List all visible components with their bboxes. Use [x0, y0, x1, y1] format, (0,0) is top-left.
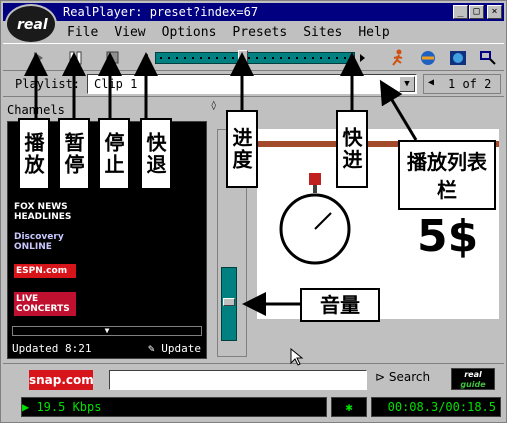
clip-counter-text: 1 of 2 — [448, 77, 492, 91]
fast-forward-button[interactable] — [355, 48, 377, 68]
signal-cell: ✱ — [331, 397, 367, 417]
clip-counter: ◀ 1 of 2 — [423, 74, 501, 94]
menu-view[interactable]: View — [106, 23, 153, 43]
playlist-row: Playlist: Clip 1 ▼ ◀ 1 of 2 — [3, 71, 504, 97]
real-guide-button[interactable]: real guide — [451, 368, 495, 390]
menu-file[interactable]: File — [59, 23, 106, 43]
snap-logo[interactable]: snap.com — [29, 370, 94, 390]
menu-sites[interactable]: Sites — [295, 23, 350, 43]
anno-stop: 停止 — [98, 118, 130, 190]
anno-rewind: 快退 — [140, 118, 172, 190]
realplayer-window: RealPlayer: preset?index=67 _ □ × real F… — [0, 0, 507, 423]
close-button[interactable]: × — [487, 5, 502, 19]
anno-progress: 进度 — [226, 110, 258, 188]
progress-thumb[interactable] — [238, 50, 248, 66]
channel-live-concerts[interactable]: LIVE CONCERTS — [14, 292, 76, 316]
volume-slider[interactable] — [221, 267, 237, 341]
price-text: 5$ — [417, 211, 479, 262]
stop-icon — [106, 51, 119, 64]
real-logo-text: real — [17, 17, 48, 33]
playlist-value: Clip 1 — [94, 77, 138, 91]
anno-volume: 音量 — [300, 288, 380, 322]
compact-icon — [480, 51, 496, 65]
update-button[interactable]: ✎ Update — [148, 342, 201, 355]
channel-espn[interactable]: ESPN.com — [14, 264, 76, 278]
channels-scroll-down[interactable]: ▼ — [12, 326, 202, 336]
real-logo: real — [5, 4, 57, 44]
status-bar: ▶ 19.5 Kbps ✱ 00:08.3/00:18.5 — [3, 395, 504, 421]
runner-icon — [392, 49, 403, 66]
play-button[interactable] — [27, 48, 49, 68]
bitrate-text: 19.5 Kbps — [36, 400, 102, 414]
progress-slider[interactable] — [155, 50, 355, 66]
prev-clip-icon[interactable]: ◀ — [428, 77, 434, 88]
speaker-icon — [421, 51, 435, 65]
snap-search-input[interactable] — [109, 370, 367, 390]
pen-icon: ✎ — [148, 342, 155, 355]
collapse-icon[interactable]: ◊ — [211, 101, 216, 111]
guide-top: real — [464, 370, 482, 379]
play-icon — [34, 52, 43, 64]
bitrate-cell: ▶ 19.5 Kbps — [21, 397, 327, 417]
anno-fast-forward: 快进 — [336, 110, 368, 188]
playlist-select[interactable]: Clip 1 ▼ — [87, 74, 417, 94]
compact-mode-button[interactable] — [477, 48, 499, 68]
stop-button[interactable] — [101, 48, 123, 68]
title-bar[interactable]: RealPlayer: preset?index=67 _ □ × — [3, 3, 504, 21]
channel-fox-news[interactable]: FOX NEWS HEADLINES — [14, 202, 76, 222]
play-status-icon: ▶ — [22, 400, 37, 414]
globe-button[interactable] — [447, 48, 469, 68]
signal-icon: ✱ — [345, 400, 353, 414]
minimize-button[interactable]: _ — [453, 5, 468, 19]
progress-ticks — [160, 57, 350, 59]
guide-bottom: guide — [460, 380, 486, 389]
pause-icon — [69, 51, 82, 65]
channel-discovery[interactable]: Discovery ONLINE — [14, 232, 76, 252]
play-circle-icon: ⊳ — [375, 370, 386, 384]
rewind-icon — [143, 54, 148, 62]
menu-help[interactable]: Help — [350, 23, 397, 43]
channels-label: Channels — [7, 103, 65, 117]
mouse-cursor-icon — [290, 348, 304, 366]
menu-presets[interactable]: Presets — [224, 23, 295, 43]
time-text: 00:08.3/00:18.5 — [387, 400, 496, 414]
update-label: Update — [161, 342, 201, 355]
fast-forward-icon — [360, 54, 365, 62]
volume-thumb[interactable] — [223, 298, 235, 306]
transport-bar — [3, 43, 504, 71]
menu-bar: File View Options Presets Sites Help — [59, 23, 398, 43]
anno-pause: 暂停 — [58, 118, 90, 190]
anno-play: 播放 — [18, 118, 50, 190]
chevron-down-icon[interactable]: ▼ — [399, 76, 415, 92]
anno-playlist-bar: 播放列表栏 — [398, 140, 496, 210]
maximize-button[interactable]: □ — [469, 5, 484, 19]
time-cell: 00:08.3/00:18.5 — [371, 397, 501, 417]
pause-button[interactable] — [65, 48, 87, 68]
menu-options[interactable]: Options — [154, 23, 225, 43]
snap-search-button[interactable]: ⊳ Search — [375, 370, 430, 384]
runner-button[interactable] — [387, 48, 409, 68]
snap-bar: snap.com ⊳ Search real guide — [3, 363, 504, 393]
globe-icon — [450, 51, 466, 65]
speaker-button[interactable] — [417, 48, 439, 68]
playlist-label: Playlist: — [15, 77, 81, 91]
snap-search-label: Search — [388, 370, 431, 384]
channels-updated: Updated 8:21 — [12, 342, 92, 355]
window-title: RealPlayer: preset?index=67 — [63, 5, 259, 19]
